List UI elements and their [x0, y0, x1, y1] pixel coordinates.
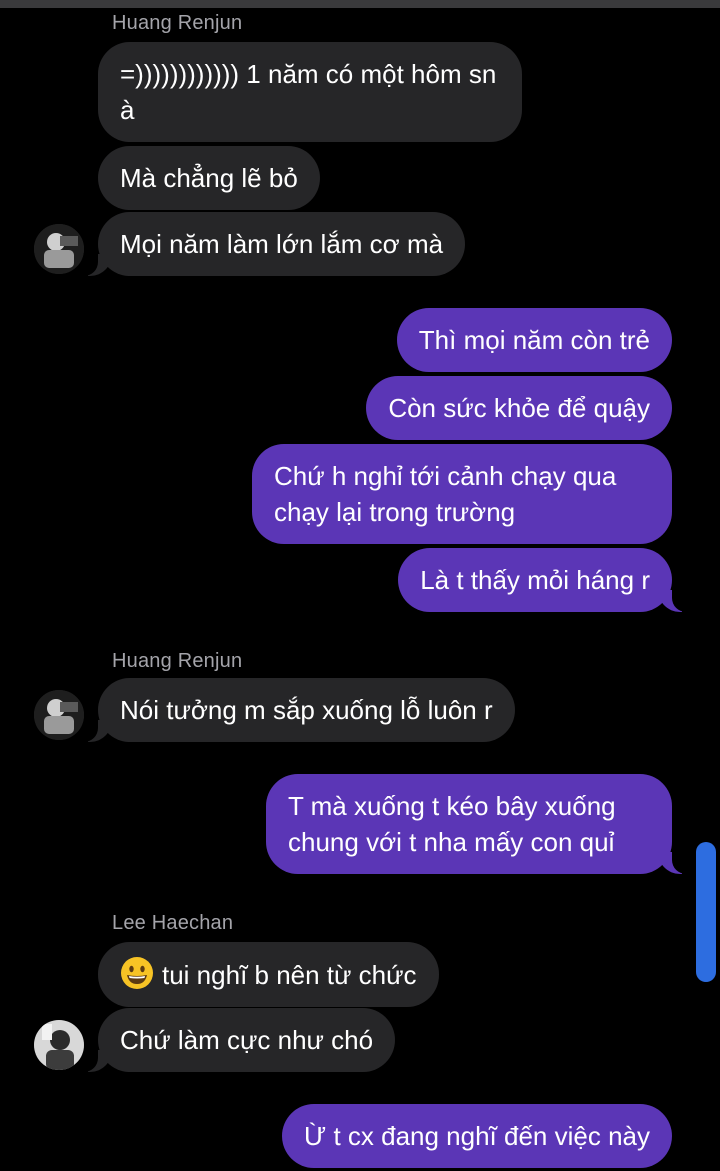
message-bubble-outgoing[interactable]: Là t thấy mỏi háng r — [398, 548, 694, 612]
sender-name: Huang Renjun — [112, 12, 243, 34]
avatar-photo-icon — [34, 224, 84, 274]
message-bubble-incoming[interactable]: Mà chẳng lẽ bỏ — [98, 146, 320, 210]
message-bubble-incoming[interactable]: Nói tưởng m sắp xuống lỗ luôn r — [76, 678, 515, 742]
scrollbar-thumb[interactable] — [696, 842, 716, 982]
message-bubble-incoming[interactable]: Chứ làm cực như chó — [75, 1008, 396, 1072]
message-bubble-incoming[interactable]: Mọi năm làm lớn lắm cơ mà — [75, 212, 466, 276]
avatar[interactable] — [34, 690, 84, 740]
sender-name: Huang Renjun — [112, 650, 243, 672]
avatar-photo-icon — [34, 690, 84, 740]
message-bubble-outgoing[interactable]: Chứ h nghỉ tới cảnh chạy qua chạy lại tr… — [252, 444, 672, 544]
message-bubble-outgoing[interactable]: Còn sức khỏe để quậy — [366, 376, 672, 440]
message-text: tui nghĩ b nên từ chức — [162, 960, 417, 990]
avatar-photo-icon — [34, 1020, 84, 1070]
message-bubble-incoming[interactable]: tui nghĩ b nên từ chức — [98, 942, 439, 1007]
top-status-strip — [0, 0, 720, 8]
message-bubble-outgoing[interactable]: T mà xuống t kéo bây xuống chung với t n… — [266, 774, 694, 874]
avatar[interactable] — [34, 1020, 84, 1070]
message-bubble-incoming[interactable]: =)))))))))))) 1 năm có một hôm sn à — [98, 42, 522, 142]
message-bubble-outgoing[interactable]: Thì mọi năm còn trẻ — [396, 308, 672, 372]
message-bubble-outgoing[interactable]: Ừ t cx đang nghĩ đến việc này — [282, 1104, 672, 1168]
avatar[interactable] — [34, 224, 84, 274]
grinning-face-icon — [121, 957, 153, 989]
sender-name: Lee Haechan — [112, 912, 234, 934]
